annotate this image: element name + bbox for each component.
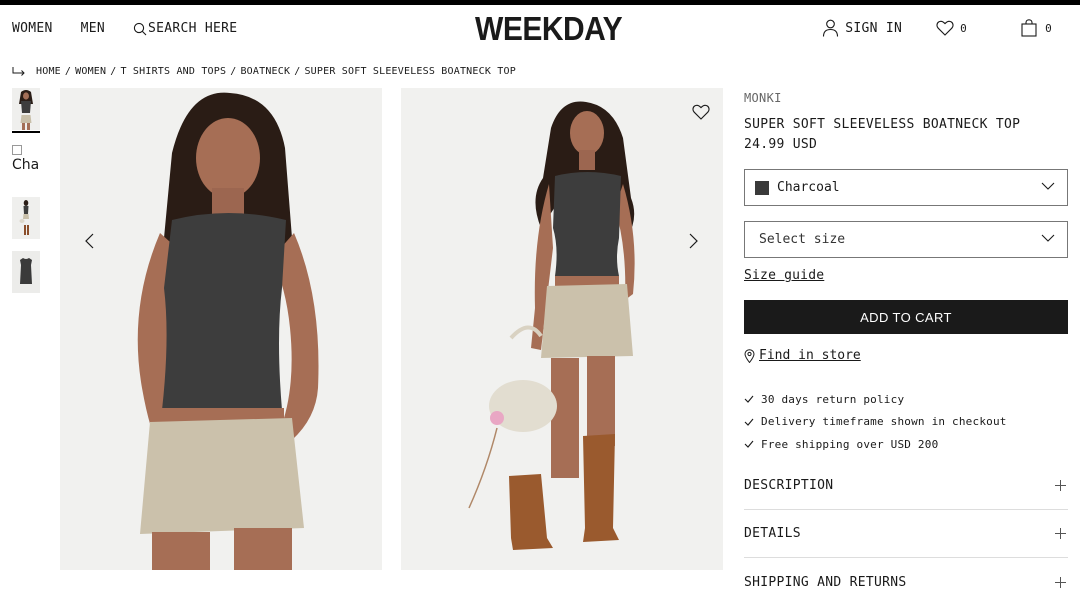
model-full-photo	[401, 88, 723, 570]
weekday-logo[interactable]: WEEKDAY	[475, 11, 623, 49]
user-icon	[823, 19, 839, 37]
thumbnail-4[interactable]	[12, 251, 40, 293]
chevron-down-icon	[1041, 182, 1055, 190]
breadcrumb-separator: /	[110, 66, 117, 77]
chevron-down-icon	[1041, 234, 1055, 242]
accordion-details[interactable]: DETAILS	[744, 510, 1068, 558]
color-selector[interactable]: Charcoal	[744, 169, 1068, 206]
breadcrumb-boatneck[interactable]: BOATNECK	[240, 66, 290, 77]
breadcrumb: HOME / WOMEN / T SHIRTS AND TOPS / BOATN…	[12, 66, 516, 77]
sign-in-button[interactable]: SIGN IN	[822, 19, 902, 37]
thumbnail-model-front	[12, 88, 40, 130]
product-name: SUPER SOFT SLEEVELESS BOATNECK TOP	[744, 117, 1021, 132]
product-image-1[interactable]	[60, 88, 382, 570]
product-image-2[interactable]	[401, 88, 723, 570]
add-to-cart-button[interactable]: ADD TO CART	[744, 300, 1068, 334]
thumbnail-model-full	[12, 197, 40, 239]
thumbnail-1[interactable]	[12, 88, 40, 133]
color-label: Charcoal	[777, 180, 840, 195]
plus-icon	[1055, 480, 1066, 491]
broken-image-alt: Cha	[12, 157, 40, 173]
checkmark-icon	[744, 418, 754, 426]
thumbnail-2-broken[interactable]: Cha	[12, 145, 40, 185]
accordion-shipping-returns[interactable]: SHIPPING AND RETURNS	[744, 558, 1068, 606]
location-pin-icon	[744, 348, 755, 363]
nav-women[interactable]: WOMEN	[12, 21, 53, 36]
accordion-description[interactable]: DESCRIPTION	[744, 462, 1068, 510]
corner-arrow-icon	[12, 66, 25, 76]
thumbnail-product-flat	[12, 251, 40, 293]
product-info-panel: MONKI SUPER SOFT SLEEVELESS BOATNECK TOP…	[744, 88, 1068, 456]
size-placeholder: Select size	[759, 232, 846, 247]
broken-image-icon	[12, 145, 22, 155]
search-button[interactable]: SEARCH HERE	[133, 21, 237, 36]
breadcrumb-tshirts[interactable]: T SHIRTS AND TOPS	[120, 66, 226, 77]
benefit-item: 30 days return policy	[744, 388, 1068, 411]
find-in-store: Find in store	[744, 348, 1068, 363]
product-price: 24.99 USD	[744, 137, 818, 152]
model-front-photo	[60, 88, 382, 570]
shopping-bag-icon	[1021, 19, 1037, 37]
breadcrumb-current: SUPER SOFT SLEEVELESS BOATNECK TOP	[304, 66, 516, 77]
wishlist-count: 0	[960, 21, 968, 35]
size-guide-link[interactable]: Size guide	[744, 268, 824, 283]
nav-men[interactable]: MEN	[81, 21, 105, 36]
benefit-item: Delivery timeframe shown in checkout	[744, 411, 1068, 434]
breadcrumb-separator: /	[294, 66, 301, 77]
thumbnail-rail: Cha	[12, 88, 40, 305]
breadcrumb-home[interactable]: HOME	[36, 66, 61, 77]
search-label: SEARCH HERE	[148, 21, 238, 36]
breadcrumb-women[interactable]: WOMEN	[75, 66, 106, 77]
account-nav: SIGN IN 0 0	[822, 19, 1052, 37]
add-to-wishlist-heart-icon[interactable]	[692, 104, 710, 120]
next-image-arrow-icon[interactable]	[685, 233, 701, 249]
primary-nav: WOMEN MEN SEARCH HERE	[12, 21, 237, 36]
checkmark-icon	[744, 395, 754, 404]
bag-button[interactable]: 0	[1021, 19, 1052, 37]
color-swatch	[755, 180, 769, 195]
size-selector[interactable]: Select size	[744, 221, 1068, 258]
thumbnail-3[interactable]	[12, 197, 40, 239]
find-in-store-link[interactable]: Find in store	[759, 348, 861, 363]
accordion-label: DETAILS	[744, 526, 801, 541]
breadcrumb-separator: /	[230, 66, 237, 77]
checkmark-icon	[744, 440, 754, 449]
benefit-text: Delivery timeframe shown in checkout	[761, 415, 1007, 429]
benefit-text: Free shipping over USD 200	[761, 437, 939, 451]
plus-icon	[1055, 576, 1066, 588]
benefits-list: 30 days return policy Delivery timeframe…	[744, 388, 1068, 456]
bag-count: 0	[1045, 21, 1052, 35]
product-brand[interactable]: MONKI	[744, 91, 1068, 105]
accordion-label: SHIPPING AND RETURNS	[744, 574, 907, 590]
heart-icon	[936, 20, 954, 36]
search-icon	[133, 22, 147, 35]
site-header: WOMEN MEN SEARCH HERE WEEKDAY SIGN IN 0 …	[0, 5, 1080, 55]
accordion-label: DESCRIPTION	[744, 478, 834, 493]
breadcrumb-separator: /	[64, 66, 72, 77]
benefit-text: 30 days return policy	[761, 392, 905, 406]
plus-icon	[1055, 528, 1066, 539]
benefit-item: Free shipping over USD 200	[744, 433, 1068, 456]
previous-image-arrow-icon[interactable]	[82, 233, 98, 249]
wishlist-button[interactable]: 0	[936, 20, 967, 36]
sign-in-label: SIGN IN	[845, 20, 903, 36]
